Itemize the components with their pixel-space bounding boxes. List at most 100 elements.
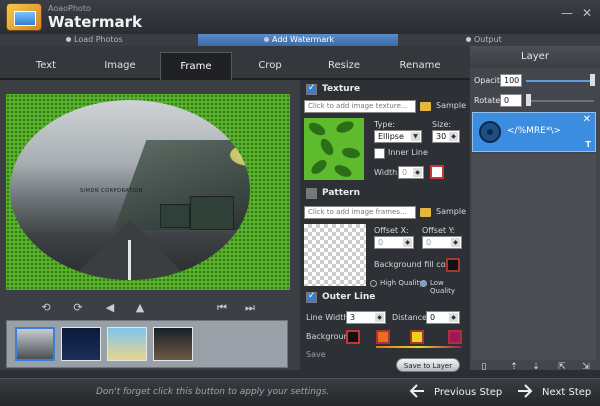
photo-truck: [160, 204, 190, 228]
rotate-left-icon[interactable]: ⟲: [38, 300, 54, 316]
app-title: Watermark: [48, 13, 142, 31]
thumbnail-item[interactable]: [107, 327, 147, 361]
texture-label: Texture: [322, 84, 361, 94]
opacity-input[interactable]: 100: [500, 74, 522, 87]
texture-type-select[interactable]: Ellipse ▼: [374, 130, 422, 143]
offset-x-stepper[interactable]: 0 ◆: [374, 236, 414, 249]
outer-color-swatch-purple[interactable]: [448, 330, 462, 344]
step-output[interactable]: Output: [466, 34, 502, 46]
texture-preview: [304, 118, 364, 180]
step-add-watermark[interactable]: Add Watermark: [264, 34, 334, 46]
outer-line-checkbox[interactable]: [306, 291, 317, 303]
arrow-right-icon: [518, 384, 533, 398]
next-photo-icon[interactable]: ⏭: [242, 300, 258, 316]
line-width-stepper[interactable]: 3 ◆: [346, 311, 386, 324]
flip-horizontal-icon[interactable]: ◀: [102, 300, 118, 316]
stepper-icon: ◆: [403, 238, 412, 247]
close-icon[interactable]: ✕: [580, 6, 594, 20]
texture-type-label: Type:: [374, 120, 396, 129]
flip-vertical-icon[interactable]: ▲: [132, 300, 148, 316]
folder-icon[interactable]: [420, 208, 431, 217]
texture-size-value: 30: [436, 132, 447, 141]
previous-photo-icon[interactable]: ⏮: [214, 300, 230, 316]
thumbnail-item[interactable]: [61, 327, 101, 361]
stepper-icon: ◆: [375, 313, 384, 322]
outer-line-label: Outer Line: [322, 292, 376, 302]
move-down-icon[interactable]: ⇣: [530, 362, 542, 374]
texture-width-value: 0: [402, 168, 408, 177]
step-dot-icon: [66, 37, 71, 42]
folder-icon[interactable]: [420, 102, 431, 111]
previous-step-button[interactable]: Previous Step: [408, 379, 502, 406]
inner-line-color-swatch[interactable]: [430, 165, 444, 179]
offset-x-value: 0: [378, 238, 384, 247]
outer-color-swatch-orange[interactable]: [376, 330, 390, 344]
move-up-icon[interactable]: ⇡: [508, 362, 520, 374]
pattern-file-input[interactable]: Click to add image frames...: [304, 206, 416, 219]
texture-size-stepper[interactable]: 30 ◆: [432, 130, 460, 143]
close-icon[interactable]: ✕: [583, 114, 591, 125]
frame-settings-panel: Texture Click to add image texture... Sa…: [300, 80, 470, 372]
step-label: Load Photos: [74, 35, 123, 44]
framed-photo: SIMDN CORPORATION: [10, 100, 250, 280]
photo-preview: SIMDN CORPORATION: [6, 94, 290, 290]
minimize-icon[interactable]: —: [560, 6, 574, 20]
tab-rename[interactable]: Rename: [384, 52, 456, 80]
app-logo-icon: [6, 3, 42, 31]
thumbnail-item[interactable]: [153, 327, 193, 361]
texture-width-stepper[interactable]: 0 ◆: [398, 166, 424, 179]
texture-sample-link[interactable]: Sample: [436, 101, 466, 110]
layer-title: Layer: [470, 46, 600, 68]
opacity-slider[interactable]: [526, 80, 594, 82]
save-to-layer-button[interactable]: Save to Layer: [396, 358, 460, 372]
texture-type-value: Ellipse: [378, 132, 404, 141]
pattern-label: Pattern: [322, 188, 360, 198]
next-step-button[interactable]: Next Step: [516, 379, 591, 406]
tab-text[interactable]: Text: [10, 52, 82, 80]
outer-color-swatch-yellow[interactable]: [410, 330, 424, 344]
tab-frame[interactable]: Frame: [160, 52, 232, 80]
texture-section-header: Texture: [304, 83, 468, 96]
next-step-label: Next Step: [542, 387, 592, 398]
rotate-input[interactable]: 0: [500, 94, 522, 107]
offset-y-stepper[interactable]: 0 ◆: [422, 236, 462, 249]
line-width-value: 3: [350, 313, 356, 322]
tab-image[interactable]: Image: [84, 52, 156, 80]
vendor-name: AoaoPhoto: [48, 4, 91, 13]
pattern-checkbox[interactable]: [306, 188, 317, 199]
thumbnail-item[interactable]: [15, 327, 55, 361]
texture-file-input[interactable]: Click to add image texture...: [304, 100, 416, 113]
rotate-slider[interactable]: [526, 100, 594, 102]
low-quality-radio[interactable]: [420, 280, 427, 287]
tab-resize[interactable]: Resize: [308, 52, 380, 80]
eye-icon[interactable]: [479, 121, 501, 143]
photo-truck: [190, 196, 234, 230]
texture-size-label: Size:: [432, 120, 452, 129]
outer-bg-color-swatch[interactable]: [346, 330, 360, 344]
layer-panel: Layer Opacity 100 Rotate 0 </%MRE*\> ✕ T…: [470, 46, 600, 372]
pattern-sample-link[interactable]: Sample: [436, 207, 466, 216]
inner-line-checkbox[interactable]: [374, 148, 385, 159]
rotate-label: Rotate: [474, 96, 501, 105]
opacity-slider-handle[interactable]: [590, 74, 595, 86]
offset-y-label: Offset Y:: [422, 226, 456, 235]
tab-crop[interactable]: Crop: [234, 52, 306, 80]
preview-panel: SIMDN CORPORATION ⟲ ⟳ ◀ ▲ ⏮ ⏭: [0, 80, 300, 370]
rotate-slider-handle[interactable]: [526, 94, 531, 106]
texture-checkbox[interactable]: [306, 83, 317, 95]
export-icon[interactable]: ⇲: [580, 362, 592, 374]
step-load-photos[interactable]: Load Photos: [66, 34, 123, 46]
tab-bar: Text Image Frame Crop Resize Rename: [0, 46, 470, 80]
bg-fill-color-swatch[interactable]: [446, 258, 460, 272]
step-dot-icon: [466, 37, 471, 42]
rotate-right-icon[interactable]: ⟳: [70, 300, 86, 316]
gradient-slider[interactable]: [376, 346, 462, 348]
new-layer-icon[interactable]: ▯: [478, 362, 490, 374]
layer-list-empty-area: [472, 154, 596, 360]
import-icon[interactable]: ⇱: [556, 362, 568, 374]
high-quality-radio[interactable]: [370, 280, 377, 287]
layer-item[interactable]: </%MRE*\> ✕ T: [472, 112, 596, 152]
apply-hint: Don't forget click this button to apply …: [96, 387, 330, 397]
distance-stepper[interactable]: 0 ◆: [426, 311, 460, 324]
stepper-icon: ◆: [449, 313, 458, 322]
